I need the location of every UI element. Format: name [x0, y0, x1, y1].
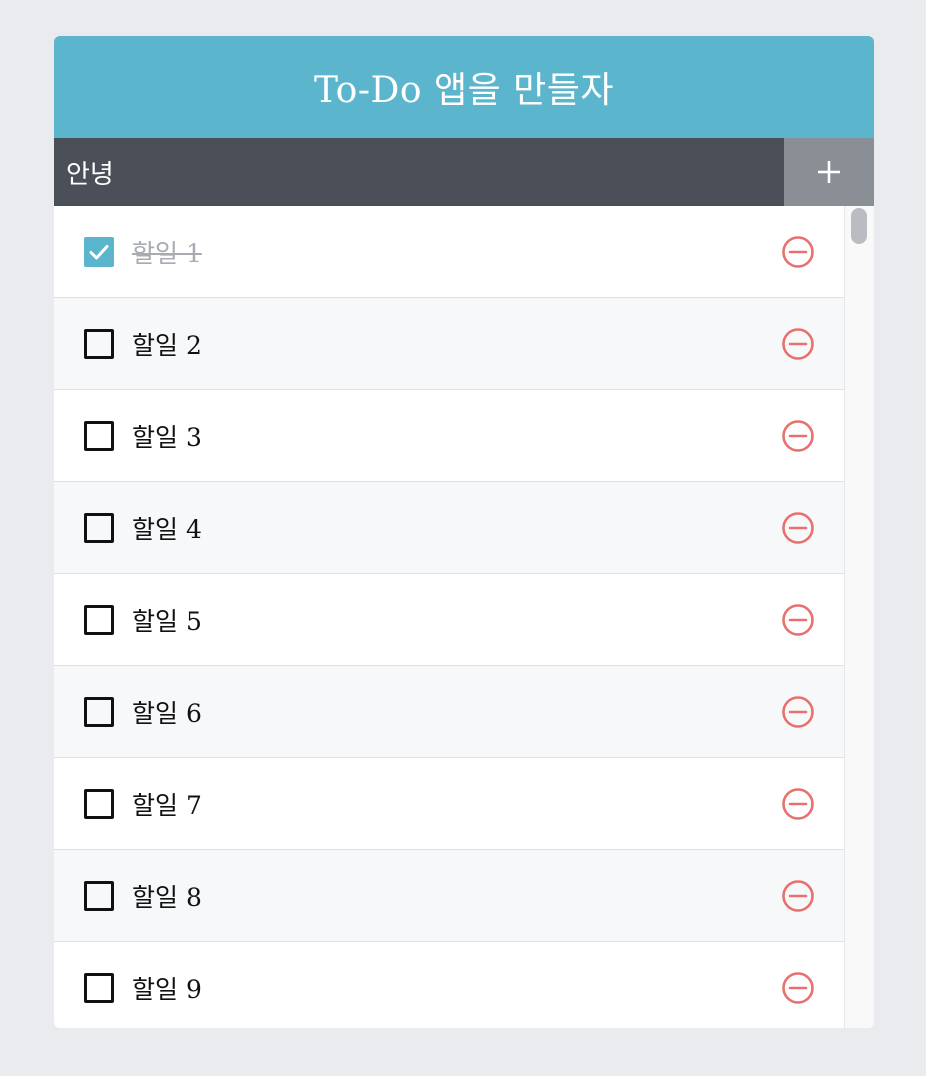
checkbox-unchecked-icon[interactable]	[84, 880, 114, 911]
remove-circle-icon[interactable]	[781, 879, 815, 913]
new-todo-input[interactable]	[54, 138, 784, 206]
todo-label: 할일 6	[132, 698, 202, 728]
checkbox-unchecked-icon[interactable]	[84, 604, 114, 635]
app-title: To-Do 앱을 만들자	[313, 70, 615, 111]
todo-item[interactable]: 할일 8	[54, 850, 844, 942]
remove-circle-icon[interactable]	[781, 971, 815, 1005]
remove-circle-icon[interactable]	[781, 603, 815, 637]
remove-circle-icon[interactable]	[781, 787, 815, 821]
todo-item[interactable]: 할일 7	[54, 758, 844, 850]
todo-label: 할일 8	[132, 882, 202, 912]
checkbox-checked-icon[interactable]	[84, 236, 114, 267]
remove-circle-icon[interactable]	[781, 511, 815, 545]
scrollbar-thumb[interactable]	[851, 208, 867, 244]
todo-item[interactable]: 할일 1	[54, 206, 844, 298]
remove-circle-icon[interactable]	[781, 695, 815, 729]
todo-label: 할일 7	[132, 790, 202, 820]
checkbox-unchecked-icon[interactable]	[84, 328, 114, 359]
todo-label: 할일 9	[132, 974, 202, 1004]
todo-label: 할일 2	[132, 330, 202, 360]
scrollbar-track[interactable]	[844, 206, 874, 1028]
todo-label: 할일 5	[132, 606, 202, 636]
todo-label: 할일 3	[132, 422, 202, 452]
todo-item[interactable]: 할일 9	[54, 942, 844, 1028]
plus-icon	[818, 161, 840, 183]
todo-item[interactable]: 할일 6	[54, 666, 844, 758]
todo-list-container[interactable]: 할일 1 할일 2 할일 3 할일 4 할일 5 할일 6 할일 7 할일 8 할일 9	[54, 206, 874, 1028]
checkbox-unchecked-icon[interactable]	[84, 420, 114, 451]
todo-app: To-Do 앱을 만들자 할일 1할일 2할일 3할일 4할일 5할일 6할일 …	[54, 36, 874, 1028]
checkbox-unchecked-icon[interactable]	[84, 512, 114, 543]
todo-item[interactable]: 할일 3	[54, 390, 844, 482]
remove-circle-icon[interactable]	[781, 235, 815, 269]
checkbox-unchecked-icon[interactable]	[84, 788, 114, 819]
checkbox-unchecked-icon[interactable]	[84, 696, 114, 727]
app-header: To-Do 앱을 만들자	[54, 36, 874, 138]
add-todo-button[interactable]	[784, 138, 874, 206]
todo-list: 할일 1 할일 2 할일 3 할일 4 할일 5 할일 6 할일 7 할일 8 할일 9	[54, 206, 844, 1028]
todo-label: 할일 1	[132, 238, 202, 268]
todo-label: 할일 4	[132, 514, 202, 544]
remove-circle-icon[interactable]	[781, 419, 815, 453]
todo-item[interactable]: 할일 4	[54, 482, 844, 574]
remove-circle-icon[interactable]	[781, 327, 815, 361]
new-todo-bar	[54, 138, 874, 206]
todo-item[interactable]: 할일 5	[54, 574, 844, 666]
checkbox-unchecked-icon[interactable]	[84, 972, 114, 1003]
todo-item[interactable]: 할일 2	[54, 298, 844, 390]
